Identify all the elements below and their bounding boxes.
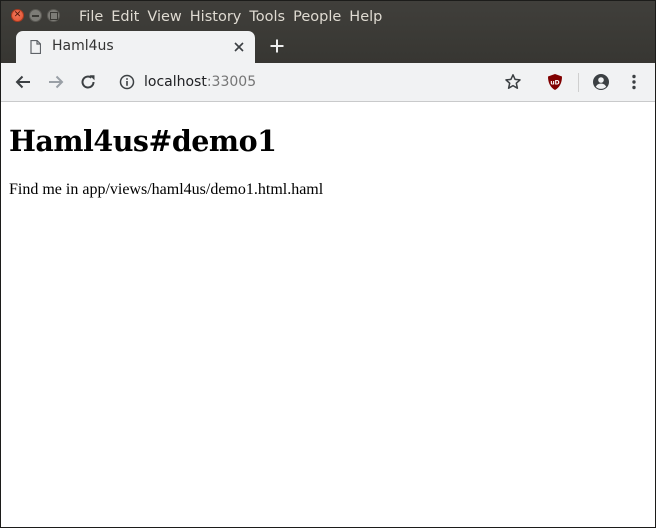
menu-people[interactable]: People (293, 7, 341, 27)
page-content: Haml4us#demo1 Find me in app/views/haml4… (1, 102, 655, 527)
menu-file[interactable]: File (79, 7, 103, 27)
ublock-shield-icon[interactable]: uD (546, 73, 564, 91)
document-icon (30, 40, 41, 54)
minimize-icon (32, 14, 39, 17)
url-port: :33005 (206, 74, 257, 90)
arrow-right-icon[interactable] (47, 73, 65, 91)
navigation-toolbar: localhost:33005 uD (1, 63, 655, 102)
maximize-icon (49, 11, 58, 20)
account-icon[interactable] (592, 73, 610, 91)
title-bar: ✕ File Edit View History Tools People He… (1, 1, 655, 63)
close-icon: ✕ (13, 10, 22, 20)
svg-text:uD: uD (550, 80, 559, 87)
page-paragraph: Find me in app/views/haml4us/demo1.html.… (9, 181, 324, 198)
menu-view[interactable]: View (147, 7, 181, 27)
kebab-menu-icon[interactable] (625, 73, 643, 91)
menu-bar: File Edit View History Tools People Help (79, 7, 390, 27)
menu-history[interactable]: History (190, 7, 242, 27)
menu-tools[interactable]: Tools (249, 7, 285, 27)
info-icon[interactable] (119, 74, 135, 90)
toolbar-separator (578, 73, 579, 92)
menu-help[interactable]: Help (349, 7, 382, 27)
arrow-left-icon[interactable] (14, 73, 32, 91)
browser-window: ✕ File Edit View History Tools People He… (0, 0, 656, 528)
page-heading: Haml4us#demo1 (9, 124, 277, 158)
window-minimize-button[interactable] (29, 9, 42, 22)
tab-close-icon[interactable] (233, 41, 245, 53)
tab-title: Haml4us (52, 38, 114, 54)
window-close-button[interactable]: ✕ (11, 9, 24, 22)
new-tab-plus-icon[interactable] (270, 39, 284, 53)
url-host: localhost (144, 74, 207, 90)
window-maximize-button[interactable] (47, 9, 60, 22)
menu-edit[interactable]: Edit (111, 7, 139, 27)
tab-haml4us[interactable]: Haml4us (16, 31, 255, 63)
address-bar-url[interactable]: localhost:33005 (144, 73, 256, 91)
reload-icon[interactable] (79, 73, 97, 91)
star-icon[interactable] (504, 73, 522, 91)
